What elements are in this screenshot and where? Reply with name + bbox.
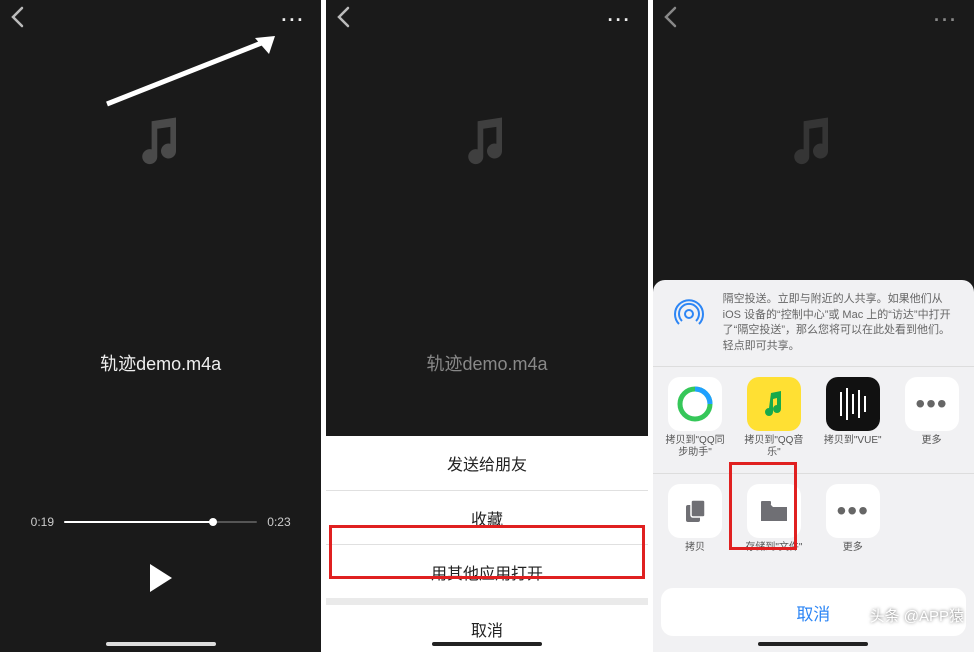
airdrop-icon[interactable] [667, 292, 711, 336]
music-content [653, 40, 974, 175]
progress-row: 0:19 0:23 [31, 515, 291, 529]
menu-item-send[interactable]: 发送给朋友 [326, 436, 647, 490]
more-icon[interactable]: ··· [608, 10, 632, 31]
music-content: 轨迹demo.m4a [0, 40, 321, 376]
seek-track[interactable] [64, 521, 257, 523]
music-note-icon [783, 110, 843, 175]
header: ··· [653, 0, 974, 40]
share-sheet: 隔空投送。立即与附近的人共享。如果他们从 iOS 设备的“控制中心”或 Mac … [653, 280, 974, 652]
menu-item-open-other[interactable]: 用其他应用打开 [326, 544, 647, 598]
action-more-bottom[interactable]: ••• 更多 [819, 484, 887, 566]
app-qq-sync-label: 拷贝到"QQ同步助手" [661, 435, 729, 459]
app-vue[interactable]: 拷贝到"VUE" [819, 377, 887, 459]
time-total: 0:23 [267, 515, 290, 529]
screen-share: ··· 隔空投送。立即与附近的人共享。如果他们从 iOS 设备的“控制中心”或 … [653, 0, 974, 652]
seek-fill [64, 521, 213, 523]
back-icon[interactable] [336, 6, 350, 34]
app-qq-sync[interactable]: 拷贝到"QQ同步助手" [661, 377, 729, 459]
music-note-icon [131, 110, 191, 175]
screen-player: ··· 轨迹demo.m4a 0:19 0:23 [0, 0, 321, 652]
airdrop-description: 隔空投送。立即与附近的人共享。如果他们从 iOS 设备的“控制中心”或 Mac … [723, 292, 960, 354]
audio-player: 0:19 0:23 [31, 515, 291, 592]
share-actions-row: 拷贝 存储到"文件" ••• 更多 [653, 473, 974, 580]
action-save-files-label: 存储到"文件" [745, 542, 802, 566]
action-more-bottom-label: 更多 [843, 542, 863, 566]
share-cancel-button[interactable]: 取消 [661, 588, 966, 636]
play-button[interactable] [150, 564, 172, 592]
music-note-icon [457, 110, 517, 175]
app-qq-music[interactable]: 拷贝到"QQ音乐" [740, 377, 808, 459]
share-apps-row-1: 拷贝到"QQ同步助手" 拷贝到"QQ音乐" 拷贝到"VUE" ••• 更多 [653, 366, 974, 473]
header: ··· [326, 0, 647, 40]
app-more-top-label: 更多 [922, 435, 942, 459]
action-copy[interactable]: 拷贝 [661, 484, 729, 566]
home-indicator[interactable] [106, 642, 216, 646]
more-icon[interactable]: ··· [281, 10, 305, 31]
action-sheet: 发送给朋友 收藏 用其他应用打开 取消 [326, 436, 647, 652]
audio-filename: 轨迹demo.m4a [100, 350, 221, 376]
action-copy-label: 拷贝 [685, 542, 705, 566]
menu-item-favorite[interactable]: 收藏 [326, 490, 647, 544]
header: ··· [0, 0, 321, 40]
back-icon[interactable] [663, 6, 677, 34]
audio-filename: 轨迹demo.m4a [426, 350, 547, 376]
app-qq-music-label: 拷贝到"QQ音乐" [740, 435, 808, 459]
action-save-files[interactable]: 存储到"文件" [740, 484, 808, 566]
time-current: 0:19 [31, 515, 54, 529]
home-indicator[interactable] [758, 642, 868, 646]
screen-menu: ··· 轨迹demo.m4a 发送给朋友 收藏 用其他应用打开 取消 [326, 0, 647, 652]
music-content: 轨迹demo.m4a [326, 40, 647, 376]
home-indicator[interactable] [432, 642, 542, 646]
app-vue-label: 拷贝到"VUE" [824, 435, 882, 459]
airdrop-section: 隔空投送。立即与附近的人共享。如果他们从 iOS 设备的“控制中心”或 Mac … [653, 280, 974, 366]
seek-thumb[interactable] [209, 518, 217, 526]
more-icon[interactable]: ··· [934, 10, 958, 31]
back-icon[interactable] [10, 6, 24, 34]
app-more-top[interactable]: ••• 更多 [898, 377, 966, 459]
